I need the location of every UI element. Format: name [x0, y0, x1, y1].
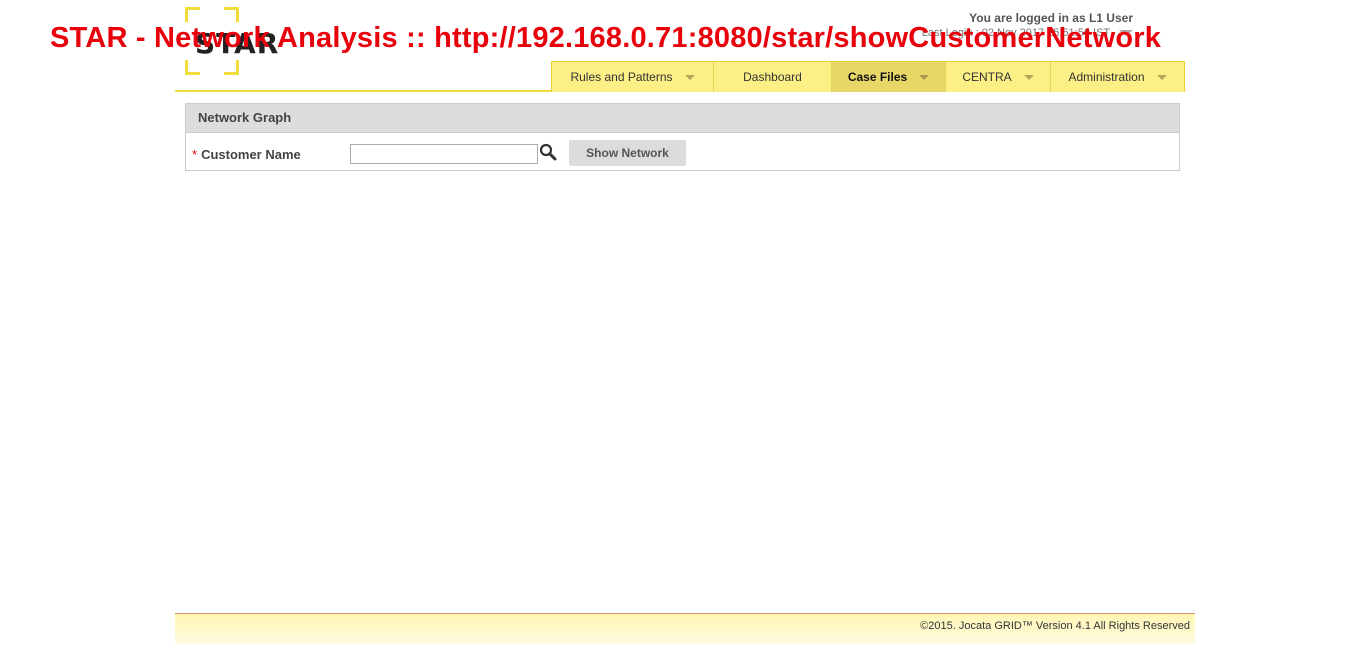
chevron-down-icon: [1023, 74, 1034, 80]
nav-item-rules-and-patterns[interactable]: Rules and Patterns: [552, 62, 714, 92]
search-icon[interactable]: [539, 143, 557, 161]
customer-name-label: * Customer Name: [192, 147, 301, 162]
nav-item-label: Case Files: [847, 70, 908, 84]
required-marker: *: [192, 147, 198, 162]
customer-name-label-text: Customer Name: [201, 147, 301, 162]
chevron-down-icon: [1156, 74, 1167, 80]
nav-item-label: Dashboard: [743, 70, 802, 84]
customer-name-row: * Customer Name Show Network: [186, 133, 1179, 170]
nav-item-label: Rules and Patterns: [570, 70, 673, 84]
customer-name-input[interactable]: [350, 144, 538, 164]
overlay-page-title: STAR - Network Analysis :: http://192.16…: [50, 22, 1162, 54]
chevron-down-icon: [919, 74, 930, 80]
show-network-button[interactable]: Show Network: [569, 140, 686, 166]
logo-corner-bottom-left: [185, 60, 200, 75]
footer: ©2015. Jocata GRID™ Version 4.1 All Righ…: [175, 613, 1195, 644]
page: STAR You are logged in as L1 User Last L…: [0, 0, 1349, 658]
chevron-down-icon: [684, 74, 695, 80]
network-graph-panel: Network Graph * Customer Name Show Networ…: [185, 103, 1180, 171]
nav-item-label: Administration: [1068, 70, 1145, 84]
nav-item-administration[interactable]: Administration: [1051, 62, 1184, 92]
logo-corner-top-right: [224, 7, 239, 22]
nav-item-label: CENTRA: [962, 70, 1012, 84]
nav-item-case-files[interactable]: Case Files: [832, 62, 946, 92]
panel-title: Network Graph: [186, 104, 1179, 133]
main-nav: Rules and Patterns Dashboard Case Files …: [551, 61, 1185, 92]
logo-corner-bottom-right: [224, 60, 239, 75]
nav-item-dashboard[interactable]: Dashboard: [714, 62, 832, 92]
logo-corner-top-left: [185, 7, 200, 22]
footer-copyright: ©2015. Jocata GRID™ Version 4.1 All Righ…: [920, 620, 1190, 632]
nav-item-centra[interactable]: CENTRA: [946, 62, 1051, 92]
